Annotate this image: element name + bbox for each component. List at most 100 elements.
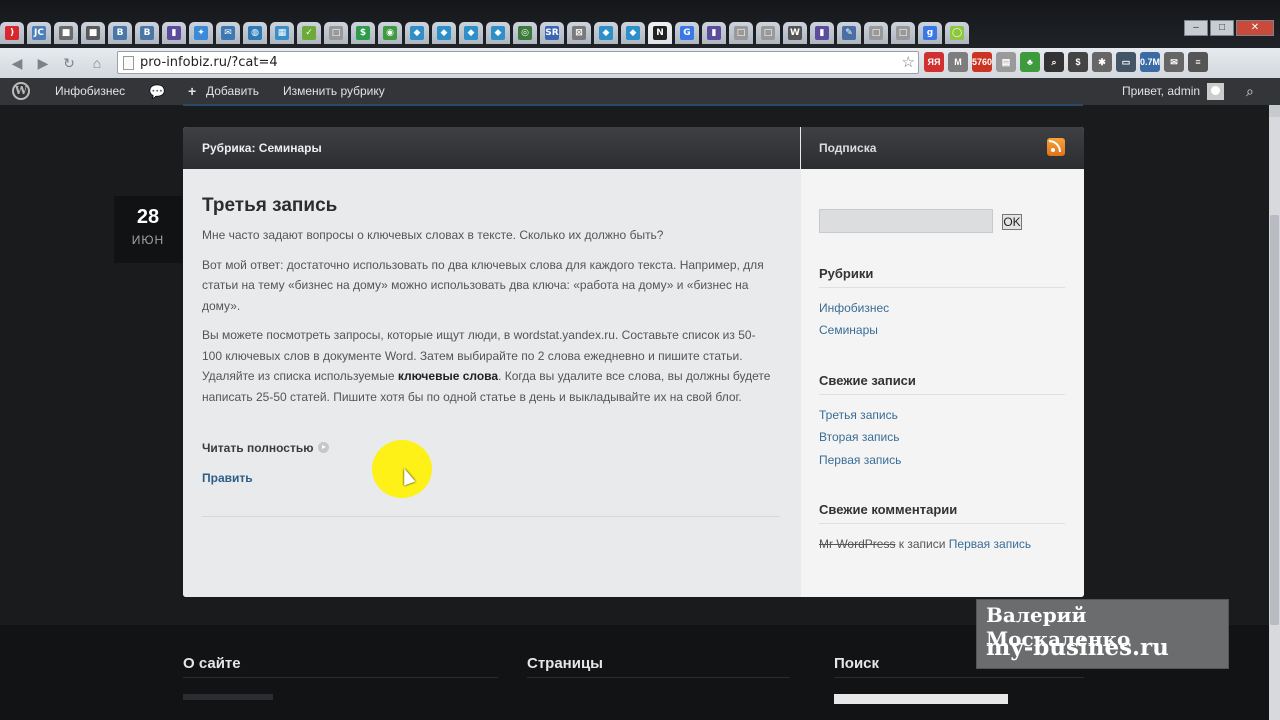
browser-tab[interactable]: ◆ xyxy=(486,22,510,44)
browser-tab[interactable]: W xyxy=(783,22,807,44)
browser-tab[interactable]: ◆ xyxy=(432,22,456,44)
browser-tab[interactable]: В xyxy=(108,22,132,44)
rss-icon[interactable] xyxy=(1047,138,1065,156)
post-column: Третья запись Мне часто задают вопросы о… xyxy=(183,169,800,597)
browser-tab[interactable]: □ xyxy=(891,22,915,44)
counter-icon[interactable]: 5760 xyxy=(972,52,992,72)
browser-tab[interactable]: ◆ xyxy=(405,22,429,44)
dollar-ext-icon[interactable]: $ xyxy=(1068,52,1088,72)
browser-tab[interactable]: G xyxy=(675,22,699,44)
footer-search-title: Поиск xyxy=(834,655,880,672)
browser-tab[interactable]: ✉ xyxy=(216,22,240,44)
dollar-icon: $ xyxy=(356,26,370,40)
comment-author-link[interactable]: Mr WordPress xyxy=(819,537,895,551)
browser-tab[interactable]: □ xyxy=(864,22,888,44)
post-date-day: 28 xyxy=(136,206,160,228)
sidebar: OK Рубрики Инфобизнес Семинары Свежие за… xyxy=(801,169,1084,597)
close-window-button[interactable]: ✕ xyxy=(1236,20,1274,36)
browser-tab[interactable]: ◎ xyxy=(513,22,537,44)
browser-tab[interactable]: ◆ xyxy=(459,22,483,44)
browser-tab[interactable]: ◍ xyxy=(243,22,267,44)
post-title[interactable]: Третья запись xyxy=(202,195,337,217)
photo-icon-2: ■ xyxy=(86,26,100,40)
browser-tab[interactable]: □ xyxy=(729,22,753,44)
recent-post-link[interactable]: Вторая запись xyxy=(819,430,899,444)
footer-search-input[interactable] xyxy=(834,694,1008,704)
magnifier-ext-icon[interactable]: ⌕ xyxy=(1044,52,1064,72)
browser-tab[interactable]: N xyxy=(648,22,672,44)
footer-text-placeholder xyxy=(183,694,273,700)
browser-tab[interactable]: ⊠ xyxy=(567,22,591,44)
forward-arrow-icon[interactable]: ▶ xyxy=(34,54,52,72)
search-ok-button[interactable]: OK xyxy=(1002,214,1022,230)
edit-post-link[interactable]: Править xyxy=(202,471,253,485)
footer-pages-title: Страницы xyxy=(527,655,603,672)
browser-tab[interactable]: ▮ xyxy=(702,22,726,44)
diamond-icon-4: ◆ xyxy=(491,26,505,40)
browser-tab[interactable]: ■ xyxy=(54,22,78,44)
avatar[interactable] xyxy=(1207,83,1224,100)
google-plus-icon: g xyxy=(923,26,937,40)
subscribe-heading: Подписка xyxy=(801,127,1084,169)
browser-tab[interactable]: ◆ xyxy=(621,22,645,44)
browser-tab[interactable]: $ xyxy=(351,22,375,44)
home-icon[interactable]: ⌂ xyxy=(88,54,106,72)
screen-ext-icon[interactable]: ▭ xyxy=(1116,52,1136,72)
comments-icon[interactable]: 💬 xyxy=(149,78,165,105)
browser-tab[interactable]: ■ xyxy=(81,22,105,44)
category-link[interactable]: Инфобизнес xyxy=(819,301,889,315)
address-bar[interactable]: pro-infobiz.ru/?cat=4 ☆ xyxy=(117,51,919,74)
google-apps-icon: ✦ xyxy=(194,26,208,40)
browser-tab[interactable]: SR xyxy=(540,22,564,44)
mail-ext-icon[interactable]: ✉ xyxy=(1164,52,1184,72)
wordpress-logo-icon[interactable]: W xyxy=(12,82,30,100)
browser-tab[interactable]: □ xyxy=(324,22,348,44)
vk-icon-2: В xyxy=(140,26,154,40)
page-ext-icon[interactable]: ▤ xyxy=(996,52,1016,72)
browser-tab[interactable]: JC xyxy=(27,22,51,44)
browser-tab[interactable]: ✎ xyxy=(837,22,861,44)
browser-tab[interactable]: В xyxy=(135,22,159,44)
adminbar-add-new[interactable]: Добавить xyxy=(206,78,259,105)
adminbar-greeting[interactable]: Привет, admin xyxy=(1122,78,1200,105)
search-input[interactable] xyxy=(819,209,993,233)
comment-post-link[interactable]: Первая запись xyxy=(949,537,1031,551)
gear-ext-icon[interactable]: ✱ xyxy=(1092,52,1112,72)
browser-tab[interactable]: ✦ xyxy=(189,22,213,44)
maximize-button[interactable]: □ xyxy=(1210,20,1234,36)
minimize-button[interactable]: – xyxy=(1184,20,1208,36)
adminbar-edit-category[interactable]: Изменить рубрику xyxy=(283,78,385,105)
browser-tab[interactable]: ◯ xyxy=(945,22,969,44)
lock-icon: ◉ xyxy=(383,26,397,40)
arrow-right-icon xyxy=(318,442,330,453)
bookmark-star-icon[interactable]: ☆ xyxy=(902,53,915,71)
category-link[interactable]: Семинары xyxy=(819,323,878,337)
scrollbar-thumb[interactable] xyxy=(1270,215,1279,625)
browser-tab[interactable]: □ xyxy=(756,22,780,44)
recent-post-link[interactable]: Первая запись xyxy=(819,453,901,467)
browser-tab[interactable]: ◉ xyxy=(378,22,402,44)
search-icon[interactable]: ⌕ xyxy=(1246,78,1254,105)
recent-post-link[interactable]: Третья запись xyxy=(819,408,898,422)
browser-tab[interactable]: ▮ xyxy=(810,22,834,44)
browser-tab[interactable]: ◆ xyxy=(594,22,618,44)
back-arrow-icon[interactable]: ◀ xyxy=(8,54,26,72)
browser-tab[interactable]: ✓ xyxy=(297,22,321,44)
category-heading: Рубрика: Семинары xyxy=(183,127,800,169)
adminbar-site-name[interactable]: Инфобизнес xyxy=(55,78,125,105)
browser-tab[interactable]: ) xyxy=(0,22,24,44)
stats-ext-icon[interactable]: 0.7M xyxy=(1140,52,1160,72)
footer-divider xyxy=(527,677,790,678)
read-more-link[interactable]: Читать полностью xyxy=(202,441,330,455)
post-paragraph: Вы можете посмотреть запросы, которые ищ… xyxy=(202,325,772,407)
yandex-bar-icon[interactable]: ЯЯ xyxy=(924,52,944,72)
menu-icon[interactable]: ≡ xyxy=(1188,52,1208,72)
browser-tab[interactable]: ▦ xyxy=(270,22,294,44)
gmail-icon[interactable]: M xyxy=(948,52,968,72)
reload-icon[interactable]: ↻ xyxy=(60,54,78,72)
users-icon[interactable]: ♣ xyxy=(1020,52,1040,72)
browser-tab[interactable]: g xyxy=(918,22,942,44)
nav-divider xyxy=(183,104,1083,106)
browser-tab[interactable]: ▮ xyxy=(162,22,186,44)
scroll-up-arrow-icon[interactable] xyxy=(1269,105,1280,117)
